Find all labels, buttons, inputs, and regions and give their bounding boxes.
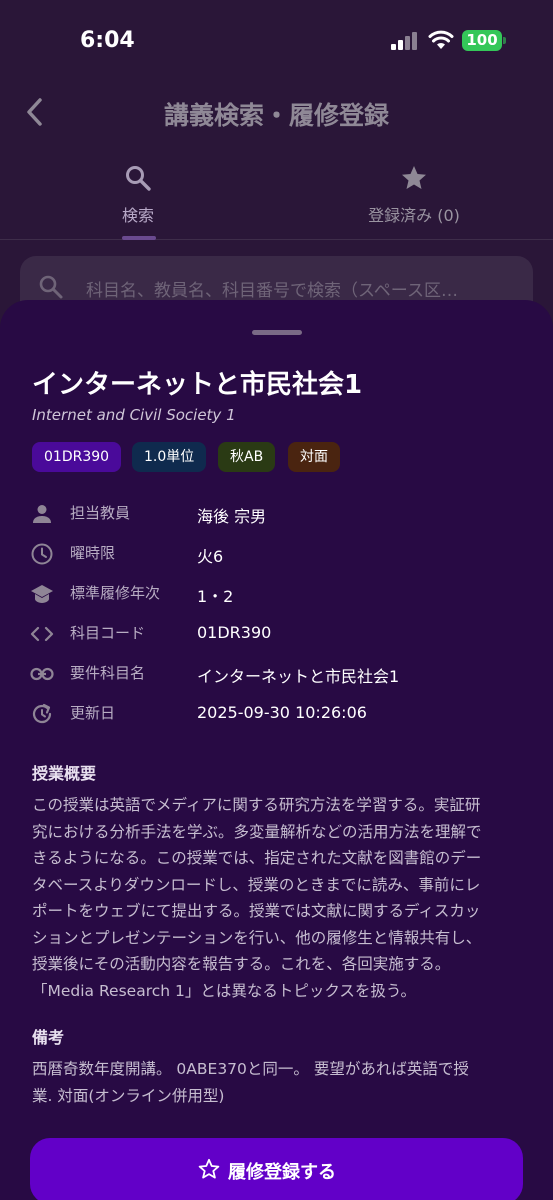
status-time: 6:04 [80,28,135,53]
page-title: 講義検索・履修登録 [163,101,389,130]
app-header: 講義検索・履修登録 [0,82,553,144]
register-course-button[interactable]: 履修登録する [30,1138,523,1200]
info-key: 標準履修年次 [70,584,161,602]
notes-text: 西暦奇数年度開講。 0ABE370と同一。 要望があれば英語で授 業. 対面(オ… [32,1056,522,1109]
summary-line: 授業後にその活動内容を報告する。これを、各回実施する。 [32,955,451,973]
tab-registered-label: 登録済み (0) [368,206,460,225]
tag-term: 秋AB [218,442,276,472]
screen: 6:04 100 講義検索・履修登録 検索 登録済み (0) 科目名、教員名、科… [0,0,553,1200]
active-tab-indicator [122,236,156,240]
notes-line: 業. 対面(オンライン併用型) [32,1086,225,1105]
update-icon [32,703,52,724]
search-placeholder: 科目名、教員名、科目番号で検索（スペース区… [86,281,458,301]
summary-text: この授業は英語でメディアに関する研究方法を学習する。実証研 究における分析手法を… [32,792,522,1004]
register-course-label: 履修登録する [228,1162,336,1183]
tag-course-number: 01DR390 [32,442,122,472]
tab-registered[interactable]: 登録済み (0) [276,164,552,240]
battery-indicator: 100 [462,30,506,51]
cellular-signal-icon [391,32,419,50]
course-detail-sheet: インターネットと市民社会1 Internet and Civil Society… [0,300,553,1200]
info-row-requirement: 要件科目名 インターネットと市民社会1 [30,656,530,696]
school-icon [31,585,53,603]
info-row-year: 標準履修年次 1・2 [30,576,530,616]
summary-line: この授業は英語でメディアに関する研究方法を学習する。実証研 [32,796,481,814]
course-english-title: Internet and Civil Society 1 [32,406,236,424]
summary-line: きるようになる。この授業では、指定された文献を図書館のデー [32,849,482,867]
sheet-drag-handle[interactable] [252,330,302,335]
summary-line: タベースよりダウンロードし、授業のときまでに読み、事前にレ [32,875,481,894]
info-value: 海後 宗男 [197,507,267,526]
info-row-updated: 更新日 2025-09-30 10:26:06 [30,696,530,736]
notes-line: 西暦奇数年度開講。 0ABE370と同一。 要望があれば英語で授 [32,1060,469,1078]
info-value: 火6 [197,547,224,566]
tab-search-label: 検索 [121,206,154,225]
code-icon [30,626,54,642]
notes-heading: 備考 [32,1028,65,1047]
link-icon [30,667,54,681]
course-title: インターネットと市民社会1 [32,370,363,400]
star-icon [402,166,426,189]
info-value: 1・2 [197,587,234,606]
tag-credits: 1.0単位 [132,442,207,472]
clock-icon [31,543,53,565]
tab-search[interactable]: 検索 [0,164,276,240]
search-icon [126,166,151,191]
info-key: 更新日 [70,704,116,722]
person-icon [33,505,51,523]
summary-line: 「Media Research 1」とは異なるトピックスを扱う。 [32,981,416,1000]
summary-line: 究における分析手法を学ぶ。多変量解析などの活用方法を理解で [32,822,482,841]
info-value: インターネットと市民社会1 [197,667,400,686]
info-value: 2025-09-30 10:26:06 [197,703,367,722]
summary-line: ポートをウェブにて提出する。授業では文献に関するディスカッ [32,902,481,920]
summary-heading: 授業概要 [32,764,97,783]
tag-format: 対面 [288,442,340,472]
info-key: 担当教員 [70,504,131,522]
info-value: 01DR390 [197,623,272,642]
info-row-instructor: 担当教員 海後 宗男 [30,496,530,536]
info-key: 要件科目名 [70,664,146,682]
info-key: 曜時限 [70,544,116,562]
status-bar: 6:04 100 [0,0,553,82]
info-key: 科目コード [70,624,146,642]
search-icon [39,275,63,299]
tab-bar: 検索 登録済み (0) [0,150,553,240]
wifi-icon [428,30,454,49]
info-row-code: 科目コード 01DR390 [30,616,530,656]
star-outline-icon [198,1158,220,1179]
info-row-period: 曜時限 火6 [30,536,530,576]
summary-line: ションとプレゼンテーションを行い、他の履修生と情報共有し、 [32,928,482,947]
